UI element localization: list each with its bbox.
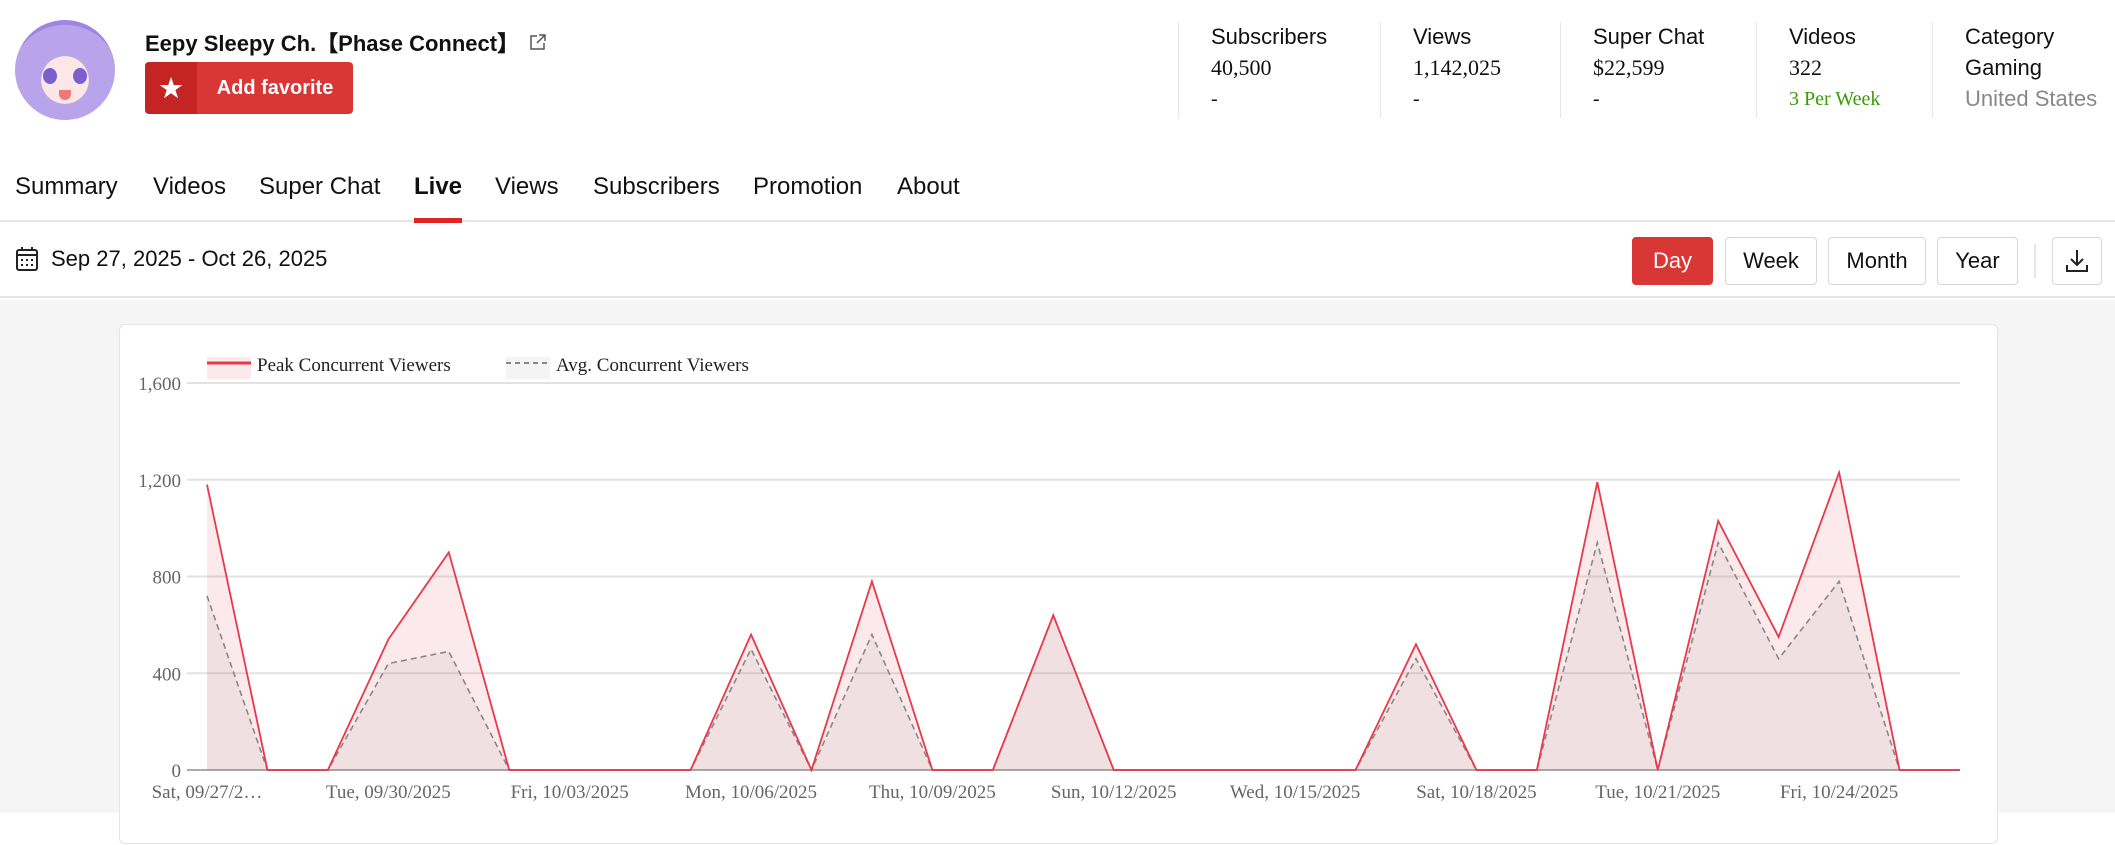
stat-sub: 3 Per Week bbox=[1789, 84, 1880, 114]
x-tick-label: Sat, 10/18/2025 bbox=[1416, 782, 1536, 803]
stat-sub: United States bbox=[1965, 84, 2097, 114]
stat-sub: - bbox=[1211, 84, 1327, 114]
tab-promotion[interactable]: Promotion bbox=[753, 173, 862, 220]
stat-label: Videos bbox=[1789, 22, 1880, 52]
stat-super-chat: Super Chat $22,599 - bbox=[1560, 22, 1704, 118]
stat-category: Category Gaming United States bbox=[1932, 22, 2097, 118]
x-tick-label: Fri, 10/03/2025 bbox=[511, 782, 629, 803]
calendar-icon bbox=[15, 246, 39, 272]
x-tick-label: Wed, 10/15/2025 bbox=[1230, 782, 1360, 803]
download-button[interactable] bbox=[2052, 237, 2102, 285]
tab-super-chat[interactable]: Super Chat bbox=[259, 173, 380, 220]
day-button[interactable]: Day bbox=[1632, 237, 1713, 285]
legend-swatch bbox=[207, 357, 251, 379]
x-tick-label: Thu, 10/09/2025 bbox=[869, 782, 996, 803]
stat-label: Views bbox=[1413, 22, 1501, 52]
y-tick-label: 1,200 bbox=[138, 471, 181, 492]
legend-swatch bbox=[506, 357, 550, 379]
x-tick-label: Tue, 10/21/2025 bbox=[1595, 782, 1720, 803]
date-range-text: Sep 27, 2025 - Oct 26, 2025 bbox=[51, 246, 327, 272]
legend-label: Peak Concurrent Viewers bbox=[257, 355, 451, 376]
star-icon: ★ bbox=[145, 62, 197, 114]
x-tick-label: Mon, 10/06/2025 bbox=[685, 782, 817, 803]
date-range-picker[interactable]: Sep 27, 2025 - Oct 26, 2025 bbox=[15, 246, 327, 272]
tab-views[interactable]: Views bbox=[495, 173, 559, 220]
month-button[interactable]: Month bbox=[1828, 237, 1926, 285]
stat-label: Subscribers bbox=[1211, 22, 1327, 52]
tab-bar: Summary Videos Super Chat Live Views Sub… bbox=[0, 168, 2115, 222]
tab-subscribers[interactable]: Subscribers bbox=[593, 173, 720, 220]
stat-value: Gaming bbox=[1965, 52, 2097, 84]
stat-value: 1,142,025 bbox=[1413, 52, 1501, 84]
stat-value: 322 bbox=[1789, 52, 1880, 84]
stat-value: $22,599 bbox=[1593, 52, 1704, 84]
y-tick-label: 400 bbox=[153, 664, 182, 685]
week-button[interactable]: Week bbox=[1725, 237, 1817, 285]
add-favorite-label: Add favorite bbox=[197, 62, 353, 114]
tab-about[interactable]: About bbox=[897, 173, 960, 220]
live-viewers-chart: 0 400 800 1,200 1,600 Sat, 09/27/2… Tue, 09/30… bbox=[120, 325, 1999, 845]
x-tick-label: Sat, 09/27/2… bbox=[152, 782, 263, 803]
stat-label: Category bbox=[1965, 22, 2097, 52]
toolbar: Sep 27, 2025 - Oct 26, 2025 Day Week Mon… bbox=[0, 224, 2115, 298]
legend-label: Avg. Concurrent Viewers bbox=[556, 355, 749, 376]
channel-name: Eepy Sleepy Ch.【Phase Connect】 bbox=[145, 26, 519, 58]
stat-value: 40,500 bbox=[1211, 52, 1327, 84]
add-favorite-button[interactable]: ★ Add favorite bbox=[145, 62, 353, 114]
x-tick-label: Fri, 10/24/2025 bbox=[1780, 782, 1898, 803]
tab-live[interactable]: Live bbox=[414, 173, 462, 220]
y-tick-label: 800 bbox=[153, 568, 182, 589]
stat-sub: - bbox=[1593, 84, 1704, 114]
external-link-icon[interactable] bbox=[529, 33, 547, 51]
tab-videos[interactable]: Videos bbox=[153, 173, 226, 220]
channel-title: Eepy Sleepy Ch.【Phase Connect】 bbox=[145, 26, 547, 58]
stat-sub: - bbox=[1413, 84, 1501, 114]
year-button[interactable]: Year bbox=[1937, 237, 2018, 285]
x-tick-label: Tue, 09/30/2025 bbox=[326, 782, 451, 803]
stat-label: Super Chat bbox=[1593, 22, 1704, 52]
divider bbox=[2034, 244, 2036, 278]
tab-summary[interactable]: Summary bbox=[15, 173, 118, 220]
stat-videos: Videos 322 3 Per Week bbox=[1756, 22, 1880, 118]
channel-avatar bbox=[15, 20, 115, 120]
chart-card: 0 400 800 1,200 1,600 Sat, 09/27/2… Tue, 09/30… bbox=[119, 324, 1998, 844]
x-tick-label: Sun, 10/12/2025 bbox=[1051, 782, 1177, 803]
download-icon bbox=[2064, 248, 2090, 274]
stat-views: Views 1,142,025 - bbox=[1380, 22, 1501, 118]
y-tick-label: 1,600 bbox=[138, 374, 181, 395]
y-tick-label: 0 bbox=[172, 761, 182, 782]
stat-subscribers: Subscribers 40,500 - bbox=[1178, 22, 1327, 118]
